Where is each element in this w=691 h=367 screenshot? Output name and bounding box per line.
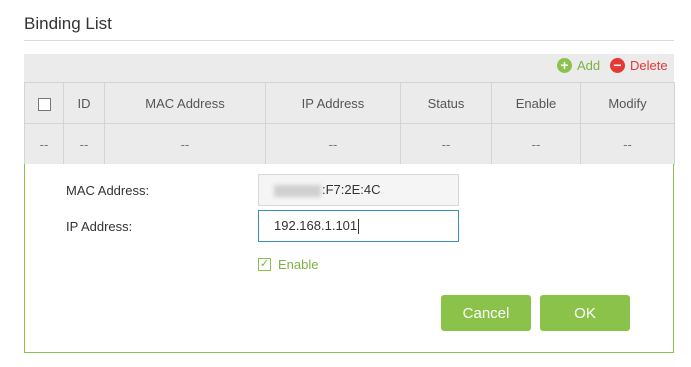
ip-address-label: IP Address: bbox=[66, 219, 133, 234]
select-all-cell bbox=[24, 82, 64, 124]
mac-redacted-blur bbox=[274, 184, 321, 197]
table-cell: -- bbox=[400, 123, 492, 165]
enable-checkbox[interactable]: ✓ Enable bbox=[258, 257, 318, 272]
table-header-row: ID MAC Address IP Address Status Enable … bbox=[24, 82, 675, 124]
table-toolbar: + Add − Delete bbox=[24, 54, 674, 82]
binding-table: ID MAC Address IP Address Status Enable … bbox=[24, 82, 675, 165]
column-header-mac: MAC Address bbox=[104, 82, 266, 124]
ip-address-value: 192.168.1.101 bbox=[274, 218, 358, 233]
table-row: -- -- -- -- -- -- -- bbox=[24, 123, 675, 165]
table-cell: -- bbox=[63, 123, 105, 165]
column-header-id: ID bbox=[63, 82, 105, 124]
table-cell: -- bbox=[491, 123, 581, 165]
ok-button[interactable]: OK bbox=[540, 295, 630, 331]
binding-edit-panel: MAC Address: :F7:2E:4C IP Address: 192.1… bbox=[24, 164, 674, 353]
table-cell: -- bbox=[580, 123, 675, 165]
add-button[interactable]: + Add bbox=[557, 55, 600, 75]
checkmark-icon: ✓ bbox=[258, 258, 271, 271]
table-cell: -- bbox=[104, 123, 266, 165]
section-title: Binding List bbox=[24, 14, 112, 33]
enable-label: Enable bbox=[278, 257, 319, 272]
table-cell: -- bbox=[24, 123, 64, 165]
delete-label: Delete bbox=[630, 57, 668, 73]
minus-circle-icon: − bbox=[610, 57, 625, 73]
mac-address-value: :F7:2E:4C bbox=[322, 182, 381, 197]
title-divider bbox=[24, 40, 674, 41]
delete-button[interactable]: − Delete bbox=[610, 55, 668, 75]
ip-address-input[interactable]: 192.168.1.101 bbox=[258, 210, 459, 242]
column-header-status: Status bbox=[400, 82, 492, 124]
column-header-ip: IP Address bbox=[265, 82, 401, 124]
mac-address-field[interactable]: :F7:2E:4C bbox=[258, 174, 459, 206]
select-all-checkbox[interactable] bbox=[37, 97, 51, 111]
cancel-button[interactable]: Cancel bbox=[441, 295, 531, 331]
table-cell: -- bbox=[265, 123, 401, 165]
column-header-modify: Modify bbox=[580, 82, 675, 124]
mac-address-label: MAC Address: bbox=[66, 183, 150, 198]
text-caret bbox=[358, 219, 360, 235]
plus-circle-icon: + bbox=[557, 57, 572, 73]
column-header-enable: Enable bbox=[491, 82, 581, 124]
add-label: Add bbox=[577, 57, 601, 73]
